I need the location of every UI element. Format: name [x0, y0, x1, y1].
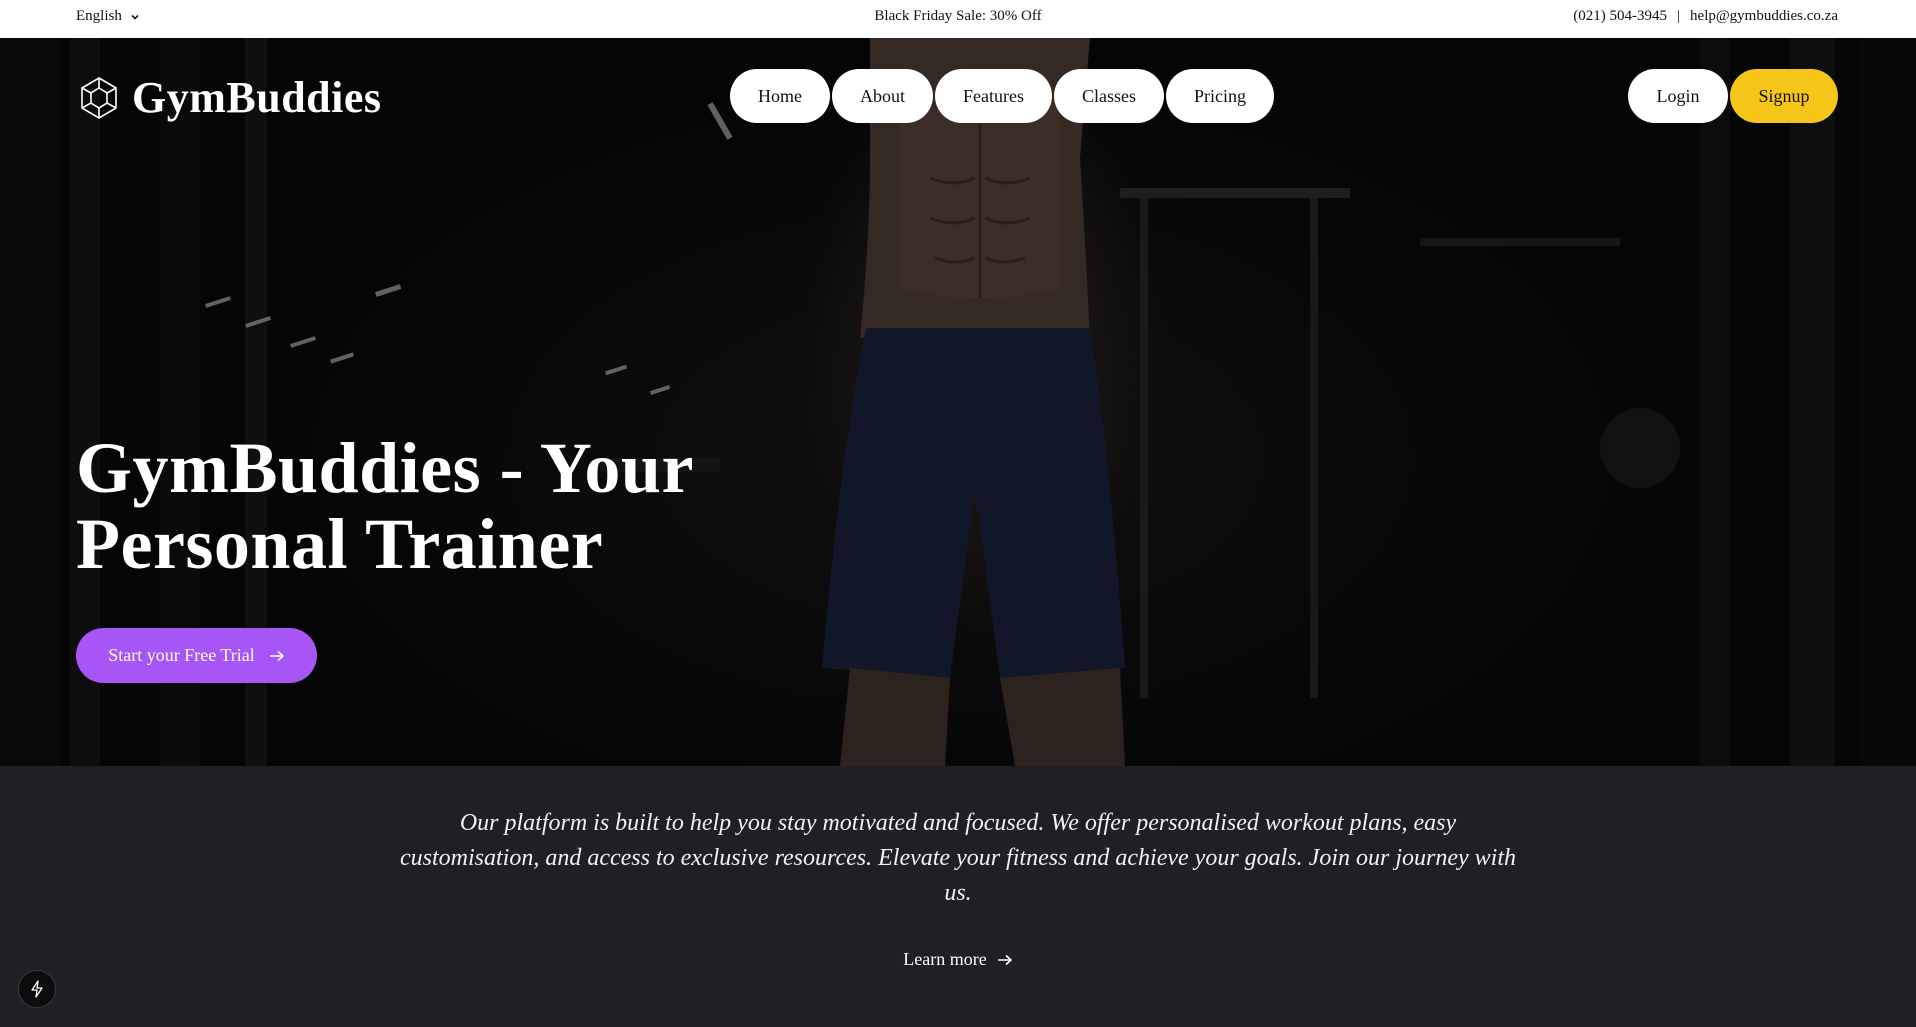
intro-section: Our platform is built to help you stay m…	[0, 766, 1916, 1027]
nav-features[interactable]: Features	[935, 69, 1052, 123]
hexagon-cube-icon	[81, 76, 117, 119]
phone-link[interactable]: (021) 504-3945	[1573, 8, 1667, 25]
cta-label: Start your Free Trial	[108, 645, 255, 665]
contact-info: (021) 504-3945 | help@gymbuddies.co.za	[1573, 8, 1838, 25]
hero-headline-line1: GymBuddies - Your	[76, 428, 694, 508]
learn-more-link[interactable]: Learn more	[0, 949, 1916, 970]
arrow-right-icon	[269, 650, 284, 661]
nav-home[interactable]: Home	[730, 69, 830, 123]
start-free-trial-button[interactable]: Start your Free Trial	[76, 628, 317, 683]
signup-button[interactable]: Signup	[1730, 69, 1838, 123]
auth-buttons: Login Signup	[1628, 69, 1838, 123]
main-nav: Home About Features Classes Pricing	[730, 69, 1274, 123]
announcement-bar: English Black Friday Sale: 30% Off (021)…	[0, 0, 1916, 38]
hero-headline-line2: Personal Trainer	[76, 504, 604, 584]
hero-section: GymBuddies Home About Features Classes P…	[0, 38, 1916, 766]
login-button[interactable]: Login	[1628, 69, 1728, 123]
nav-pricing[interactable]: Pricing	[1165, 69, 1274, 123]
email-link[interactable]: help@gymbuddies.co.za	[1690, 8, 1838, 25]
arrow-right-icon	[997, 954, 1012, 965]
bolt-icon	[31, 980, 43, 998]
learn-more-label: Learn more	[903, 949, 987, 969]
brand-name: GymBuddies	[132, 73, 382, 122]
contact-separator: |	[1677, 8, 1681, 24]
brand-logo[interactable]: GymBuddies	[76, 72, 382, 123]
hero-headline: GymBuddies - Your Personal Trainer	[76, 430, 694, 582]
nav-about[interactable]: About	[832, 69, 933, 123]
floating-action-button[interactable]	[18, 970, 56, 1008]
intro-paragraph: Our platform is built to help you stay m…	[400, 810, 1516, 906]
nav-classes[interactable]: Classes	[1053, 69, 1164, 123]
